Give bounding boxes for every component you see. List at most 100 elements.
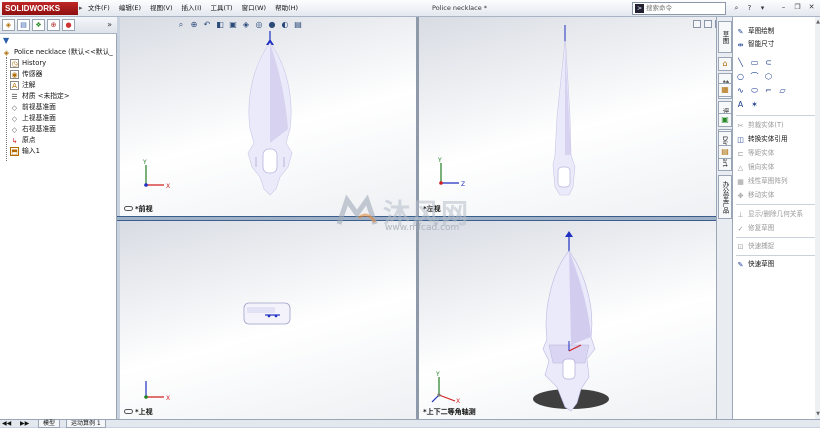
trim-icon: ✂ <box>737 122 744 130</box>
sketch-button[interactable]: ✎ 草图绘制 <box>736 26 775 37</box>
scroll-down-icon[interactable]: ▼ <box>816 411 820 417</box>
solidworks-logo[interactable]: SOLIDWORKS <box>2 2 78 15</box>
search-commands-input[interactable]: > 搜索命令 <box>632 2 726 15</box>
rectangle-icon[interactable]: ▭ <box>750 58 759 67</box>
file-explorer-icon[interactable]: ▣ <box>718 113 732 127</box>
ellipse-icon[interactable]: ⬭ <box>750 86 759 95</box>
spline-icon[interactable]: ∿ <box>736 86 745 95</box>
line-icon[interactable]: ╲ <box>736 58 745 67</box>
viewport-top[interactable]: X *上视 <box>120 221 416 419</box>
filter-icon[interactable]: ▼ <box>3 36 9 45</box>
import-icon: ⬒ <box>10 147 19 156</box>
offset-entities-button[interactable]: ⊏ 等距实体 <box>736 148 775 159</box>
property-manager-tab-icon[interactable]: ▤ <box>17 19 30 31</box>
logo-text: SOLIDWORKS <box>5 4 61 13</box>
viewport-splitter-horizontal[interactable] <box>117 216 729 221</box>
menu-window[interactable]: 窗口(W) <box>242 3 267 14</box>
menu-edit[interactable]: 编辑(E) <box>119 3 141 14</box>
menu-view[interactable]: 视图(V) <box>150 3 173 14</box>
mirror-entities-button[interactable]: △ 镜向实体 <box>736 162 775 173</box>
display-manager-tab-icon[interactable]: ● <box>62 19 75 31</box>
viewport-label-left: *左视 <box>423 205 441 213</box>
panel-tabs: ◈ ▤ ❖ ⊕ ● <box>0 17 117 34</box>
tree-item-label: 前视基准面 <box>22 103 56 111</box>
move-entities-button[interactable]: ✥ 移动实体 <box>736 190 775 201</box>
arc-icon[interactable]: ⌒ <box>750 72 759 81</box>
linear-pattern-button[interactable]: ▦ 线性草图阵列 <box>736 176 787 187</box>
tree-item-label: 输入1 <box>22 147 40 155</box>
polygon-icon[interactable]: ⬡ <box>764 72 773 81</box>
plane-sketch-icon[interactable]: ▱ <box>778 86 787 95</box>
scroll-up-icon[interactable]: ▲ <box>816 19 820 25</box>
tab-sketch[interactable]: 草图 <box>718 21 732 53</box>
tree-item-right-plane[interactable]: ◇ 右视基准面 <box>2 124 116 135</box>
point-icon[interactable]: ✶ <box>750 100 759 109</box>
smart-dimension-icon: ⇹ <box>737 41 744 49</box>
command-search-icon: > <box>635 4 644 13</box>
trim-entities-button[interactable]: ✂ 剪裁实体(T) <box>736 120 784 131</box>
axis-y-label: Y <box>435 371 440 378</box>
tree-item-history[interactable]: ◷ History <box>2 58 116 69</box>
mirror-icon: △ <box>737 164 744 172</box>
smart-dimension-button[interactable]: ⇹ 智能尺寸 <box>736 39 775 50</box>
sketch-tools-row-1: ╲ ▭ ⊂ <box>736 58 778 67</box>
tree-item-top-plane[interactable]: ◇ 上视基准面 <box>2 113 116 124</box>
panel-scrollbar[interactable] <box>815 17 820 419</box>
title-bar: SOLIDWORKS ▸ 文件(F) 编辑(E) 视图(V) 插入(I) 工具(… <box>0 0 820 17</box>
fillet-icon[interactable]: ⌐ <box>764 86 773 95</box>
tree-item-origin[interactable]: ↳ 原点 <box>2 135 116 146</box>
tree-item-label: 传感器 <box>22 70 43 78</box>
text-sketch-icon[interactable]: A <box>736 100 745 109</box>
close-icon[interactable]: ✕ <box>806 3 817 12</box>
coordinate-triad-front: Y X <box>142 159 170 190</box>
logo-menu-arrow-icon[interactable]: ▸ <box>79 4 83 12</box>
graphics-area[interactable]: ⌕ ⊕ ↶ ◧ ▣ ◈ ◎ ● ◐ ▤ Y X *前视 Y Z *左视 X *上… <box>117 17 729 419</box>
design-library-icon[interactable]: ▦ <box>718 83 732 97</box>
configuration-manager-tab-icon[interactable]: ❖ <box>32 19 45 31</box>
menu-file[interactable]: 文件(F) <box>88 3 110 14</box>
tree-item-annotations[interactable]: A 注解 <box>2 80 116 91</box>
part-isometric-view[interactable] <box>419 221 727 419</box>
dimxpert-tab-icon[interactable]: ⊕ <box>47 19 60 31</box>
plane-icon: ◇ <box>11 126 18 134</box>
feature-manager-tab-icon[interactable]: ◈ <box>2 19 15 31</box>
quick-snaps-button[interactable]: ⊡ 快速捕捉 <box>736 241 775 252</box>
search-icon[interactable]: ⌕ <box>731 3 742 13</box>
camera-icon <box>124 409 133 414</box>
repair-sketch-button[interactable]: ✓ 修复草图 <box>736 223 775 234</box>
tree-root-label: Police necklace (默认<<默认_ <box>14 48 113 56</box>
sketch-tools-row-3: ∿ ⬭ ⌐ ▱ <box>736 86 792 95</box>
custom-properties-icon[interactable]: ▤ <box>718 145 732 159</box>
viewport-left[interactable]: Y Z *左视 <box>419 17 727 216</box>
convert-entities-button[interactable]: ◫ 转换实体引用 <box>736 134 787 145</box>
tree-item-material[interactable]: ☰ 材质 <未指定> <box>2 91 116 102</box>
separator <box>736 255 818 256</box>
offset-icon: ⊏ <box>737 150 744 158</box>
tab-office-products[interactable]: 办公室产品 <box>718 175 732 219</box>
window-controls: – ❐ ✕ <box>775 3 817 12</box>
resources-icon[interactable]: ⌂ <box>718 57 732 71</box>
history-icon: ◷ <box>10 59 19 68</box>
slot-icon[interactable]: ⊂ <box>764 58 773 67</box>
minimize-icon[interactable]: – <box>778 3 789 12</box>
feature-manager-panel: ◈ ▤ ❖ ⊕ ● » ▼ ◈ Police necklace (默认<<默认_ … <box>0 17 117 419</box>
dropdown-icon[interactable]: ▾ <box>757 3 768 13</box>
display-relations-button[interactable]: ⊥ 显示/删除几何关系 <box>736 209 803 220</box>
viewport-isometric[interactable]: Y X *上下二等角轴测 <box>419 221 727 419</box>
menu-help[interactable]: 帮助(H) <box>275 3 298 14</box>
tree-root[interactable]: ◈ Police necklace (默认<<默认_ <box>2 47 116 58</box>
viewport-front[interactable]: ⌕ ⊕ ↶ ◧ ▣ ◈ ◎ ● ◐ ▤ Y X *前视 <box>120 17 416 216</box>
tree-item-import[interactable]: ⬒ 输入1 <box>2 146 116 157</box>
tree-item-front-plane[interactable]: ◇ 前视基准面 <box>2 102 116 113</box>
command-manager-sketch: ✎ 草图绘制 ⇹ 智能尺寸 ╲ ▭ ⊂ ○ ⌒ ⬡ ∿ ⬭ ⌐ ▱ A ✶ ✂ 剪裁实体(T) ◫ 转换… <box>732 17 820 419</box>
tree-item-sensors[interactable]: ◉ 传感器 <box>2 69 116 80</box>
restore-icon[interactable]: ❐ <box>792 3 803 12</box>
circle-icon[interactable]: ○ <box>736 72 745 81</box>
help-icon[interactable]: ? <box>744 3 755 13</box>
menu-insert[interactable]: 插入(I) <box>182 3 202 14</box>
menu-tools[interactable]: 工具(T) <box>211 3 233 14</box>
rapid-sketch-button[interactable]: ✎ 快速草图 <box>736 259 775 270</box>
tree-item-label: 注解 <box>22 81 36 89</box>
sketch-tools-row-2: ○ ⌒ ⬡ <box>736 72 778 81</box>
panel-expand-icon[interactable]: » <box>107 20 112 29</box>
